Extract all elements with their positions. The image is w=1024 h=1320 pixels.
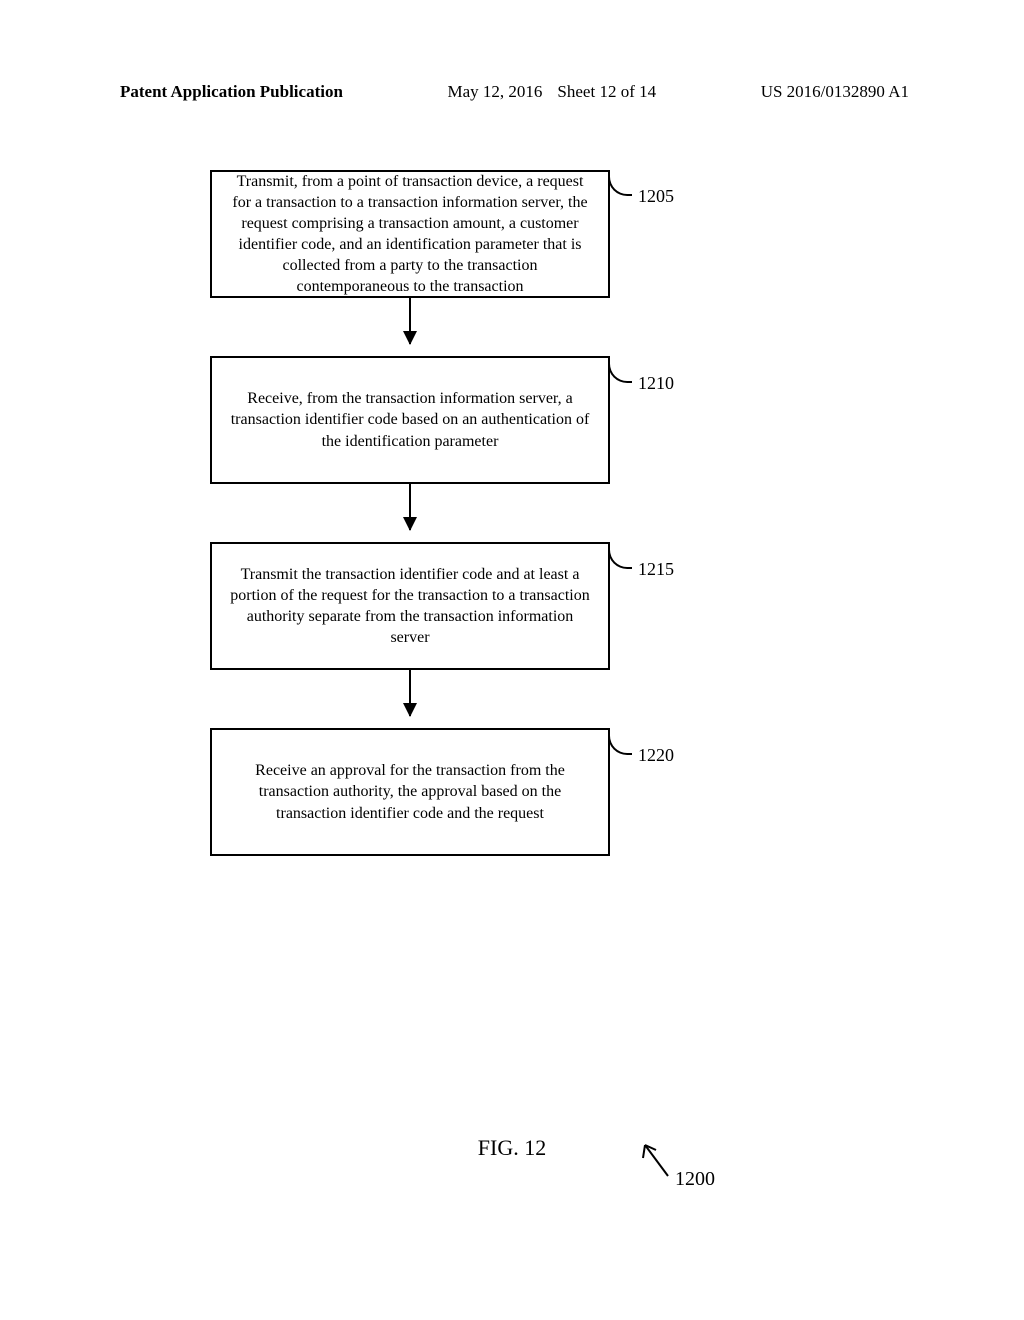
publication-number: US 2016/0132890 A1	[761, 82, 909, 102]
publication-label: Patent Application Publication	[120, 82, 343, 102]
step-1215-label: 1215	[638, 559, 674, 580]
ref-leader-1215	[608, 545, 632, 569]
flowchart-step-1205: Transmit, from a point of transaction de…	[210, 170, 610, 298]
publication-date: May 12, 2016	[448, 82, 543, 102]
flowchart-step-1220: Receive an approval for the transaction …	[210, 728, 610, 856]
arrow-1215-to-1220	[409, 670, 411, 716]
sheet-number: Sheet 12 of 14	[557, 82, 656, 102]
publication-date-sheet: May 12, 2016 Sheet 12 of 14	[448, 82, 657, 102]
arrow-1210-to-1215	[409, 484, 411, 530]
step-1220-label: 1220	[638, 745, 674, 766]
figure-ref-number: 1200	[675, 1168, 715, 1191]
page-header: Patent Application Publication May 12, 2…	[0, 82, 1024, 102]
step-1205-label: 1205	[638, 186, 674, 207]
ref-leader-1210	[608, 359, 632, 383]
ref-leader-1205	[608, 172, 632, 196]
flowchart-step-1215: Transmit the transaction identifier code…	[210, 542, 610, 670]
figure-caption: FIG. 12	[0, 1135, 1024, 1161]
step-1210-label: 1210	[638, 373, 674, 394]
flowchart-step-1210: Receive, from the transaction informatio…	[210, 356, 610, 484]
ref-leader-1220	[608, 731, 632, 755]
arrow-1205-to-1210	[409, 298, 411, 344]
